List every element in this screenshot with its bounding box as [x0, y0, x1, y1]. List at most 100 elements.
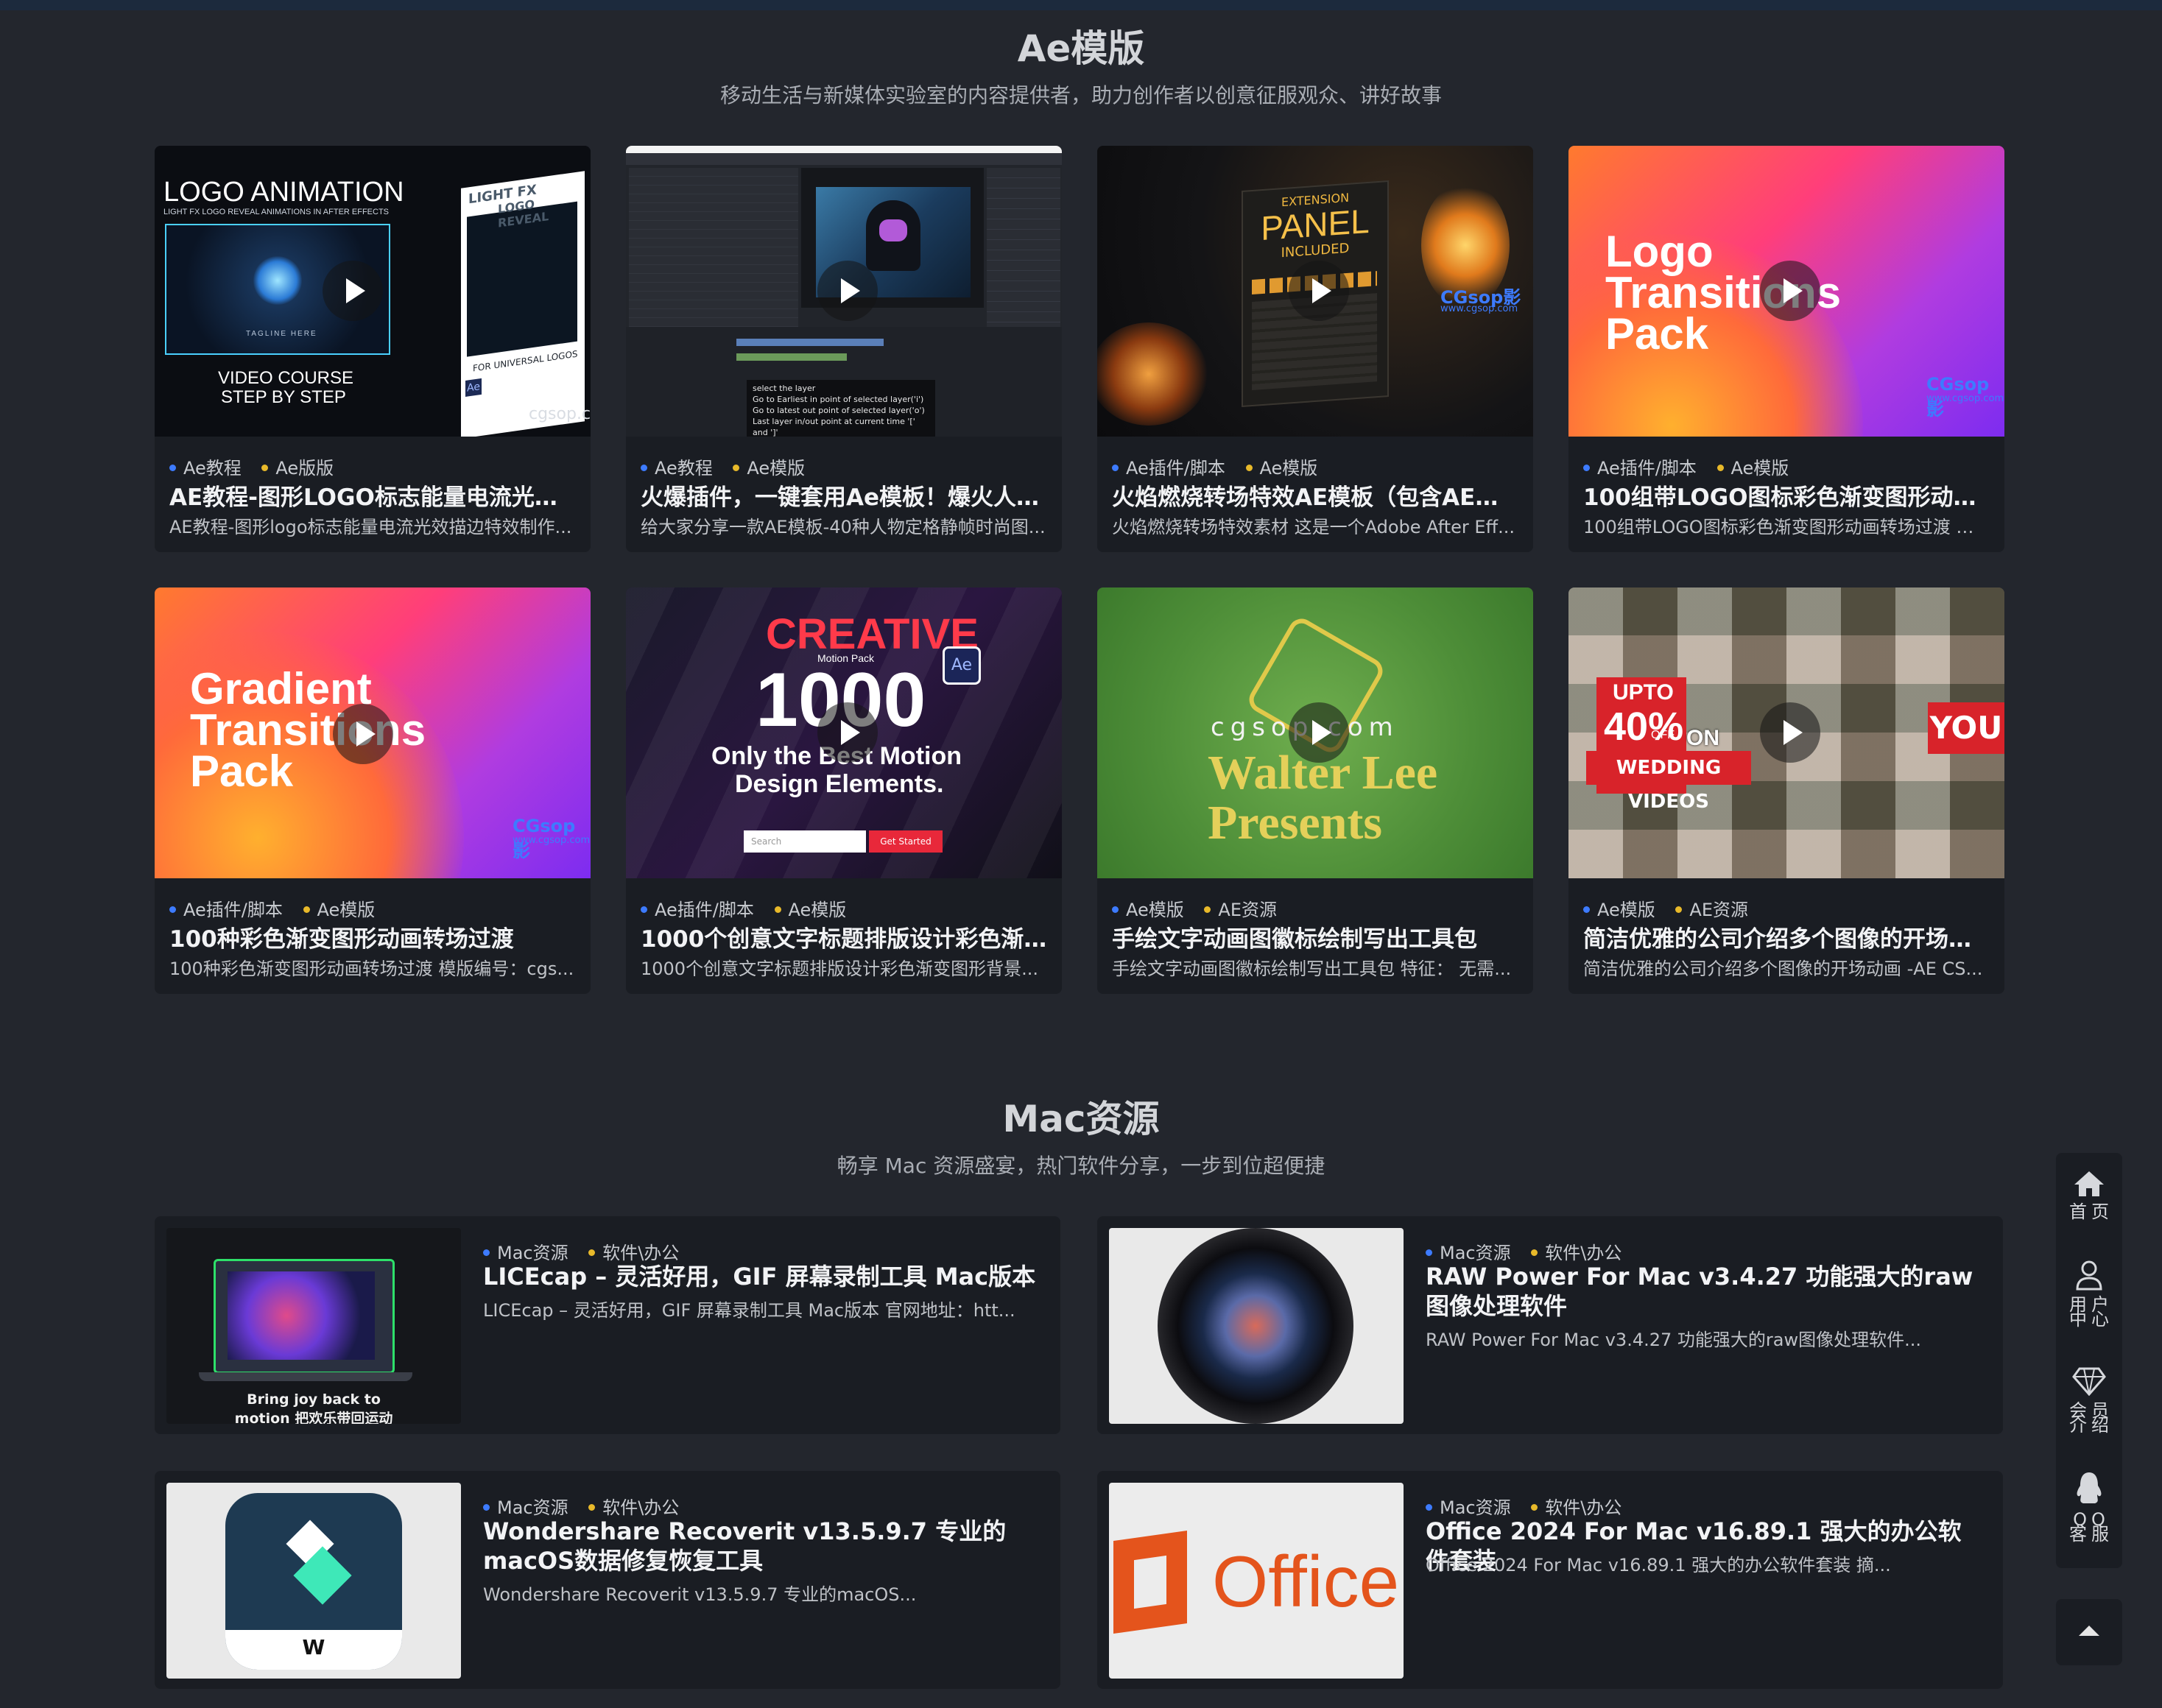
ae-shortcut-popup: select the layer Go to Earliest in point…: [747, 380, 935, 437]
tag-link[interactable]: 软件\办公: [588, 1497, 679, 1518]
tag-dot-icon: [1716, 464, 1724, 471]
ae-card-4-thumbnail[interactable]: Logo Transitions Pack CGsop影 www.cgsop.c…: [1568, 146, 2004, 437]
ae-card-8-thumbnail[interactable]: UPTO 40% OFF ON WEDDING VIDEOS YOU: [1568, 587, 2004, 878]
ae-card-2-title[interactable]: 火爆插件，一键套用Ae模板！爆火人物...: [641, 479, 1047, 512]
ae-card-1-thumbnail[interactable]: LOGO ANIMATION LIGHT FX LOGO REVEAL ANIM…: [155, 146, 591, 437]
tag-link[interactable]: Ae插件/脚本: [641, 900, 754, 920]
sidebar-item-user-center[interactable]: 用户 中心: [2056, 1249, 2122, 1352]
tag-link[interactable]: Ae模版: [303, 900, 375, 920]
tag-link[interactable]: 软件\办公: [1531, 1497, 1622, 1518]
mac-card-4-desc: Office 2024 For Mac v16.89.1 强大的办公软件套装 摘…: [1426, 1555, 1891, 1575]
thumb-caption: motion 把欢乐带回运动: [234, 1411, 393, 1424]
sidebar-item-qq[interactable]: QQ 客服: [2056, 1469, 2122, 1565]
ae-logo-icon: Ae: [943, 646, 981, 685]
play-icon[interactable]: [1289, 702, 1349, 763]
tag-link[interactable]: Ae插件/脚本: [169, 900, 283, 920]
flame-icon: [1097, 322, 1208, 426]
thumb-search-box: Search: [744, 830, 866, 853]
tag-link[interactable]: Ae插件/脚本: [1583, 458, 1697, 479]
mac-card-1[interactable]: Bring joy back to motion 把欢乐带回运动 Mac资源 软…: [155, 1216, 1060, 1434]
mac-card-2-thumbnail[interactable]: [1109, 1228, 1404, 1424]
tag-dot-icon: [733, 464, 740, 471]
mac-card-1-thumbnail[interactable]: Bring joy back to motion 把欢乐带回运动: [166, 1228, 461, 1424]
ae-section-title: Ae模版: [1017, 27, 1145, 70]
thumb-text: LOGO ANIMATION: [163, 177, 404, 208]
ae-card-4[interactable]: Logo Transitions Pack CGsop影 www.cgsop.c…: [1568, 146, 2004, 552]
tag-link[interactable]: Ae模版: [774, 900, 846, 920]
back-to-top-button[interactable]: [2056, 1599, 2122, 1665]
top-bar: [0, 0, 2162, 10]
ae-logo-icon: Ae: [465, 378, 482, 397]
ae-card-4-desc: 100组带LOGO图标彩色渐变图形动画转场过渡 模...: [1583, 517, 1990, 537]
ae-card-2-thumbnail[interactable]: select the layer Go to Earliest in point…: [626, 146, 1062, 437]
ae-card-3-title[interactable]: 火焰燃烧转场特效AE模板（包含AE脚...: [1112, 479, 1518, 512]
ae-card-1[interactable]: LOGO ANIMATION LIGHT FX LOGO REVEAL ANIM…: [155, 146, 591, 552]
tag-link[interactable]: AE资源: [1204, 900, 1277, 920]
ae-card-5[interactable]: Gradient Transitions Pack CGsop影 www.cgs…: [155, 587, 591, 994]
diamond-icon: [2072, 1367, 2106, 1396]
mac-card-2-desc: RAW Power For Mac v3.4.27 功能强大的raw图像处理软件…: [1426, 1330, 1921, 1350]
tag-link[interactable]: Ae模版: [1245, 458, 1317, 479]
ae-card-6-title[interactable]: 1000个创意文字标题排版设计彩色渐...: [641, 920, 1047, 953]
mac-card-3-thumbnail[interactable]: W: [166, 1483, 461, 1679]
tag-link[interactable]: Ae模版: [1583, 900, 1655, 920]
play-icon[interactable]: [323, 261, 383, 321]
ae-card-6[interactable]: CREATIVE Motion Pack 1000 Ae Only the Be…: [626, 587, 1062, 994]
ae-card-7-title[interactable]: 手绘文字动画图徽标绘制写出工具包: [1112, 920, 1518, 953]
tag-link[interactable]: Ae版版: [261, 458, 334, 479]
tag-link[interactable]: Ae模版: [733, 458, 805, 479]
tag-link[interactable]: 软件\办公: [588, 1243, 679, 1263]
ae-card-5-title[interactable]: 100种彩色渐变图形动画转场过渡: [169, 920, 576, 953]
ae-card-8-tags: Ae模版 AE资源: [1583, 895, 1763, 921]
mac-card-2-title[interactable]: RAW Power For Mac v3.4.27 功能强大的raw图像处理软件: [1426, 1262, 1981, 1321]
ae-card-2[interactable]: select the layer Go to Earliest in point…: [626, 146, 1062, 552]
tag-link[interactable]: Ae教程: [169, 458, 242, 479]
ae-card-7[interactable]: cgsop.com Walter Lee Presents Ae模版 AE资源 …: [1097, 587, 1533, 994]
tag-link[interactable]: Ae模版: [1716, 458, 1789, 479]
tag-link[interactable]: Mac资源: [1426, 1497, 1511, 1518]
ae-card-7-thumbnail[interactable]: cgsop.com Walter Lee Presents: [1097, 587, 1533, 878]
mac-card-4[interactable]: Office Mac资源 软件\办公 Office 2024 For Mac v…: [1097, 1471, 2003, 1689]
tag-link[interactable]: 软件\办公: [1531, 1243, 1622, 1263]
mac-card-3[interactable]: W Mac资源 软件\办公 Wondershare Recoverit v13.…: [155, 1471, 1060, 1689]
ae-card-5-thumbnail[interactable]: Gradient Transitions Pack CGsop影 www.cgs…: [155, 587, 591, 878]
tag-link[interactable]: AE资源: [1675, 900, 1748, 920]
play-icon[interactable]: [817, 702, 878, 763]
thumb-caption: Bring joy back to: [247, 1391, 381, 1408]
ae-card-4-title[interactable]: 100组带LOGO图标彩色渐变图形动画...: [1583, 479, 1990, 512]
ae-card-4-tags: Ae插件/脚本 Ae模版: [1583, 454, 1803, 479]
mac-card-1-title[interactable]: LICEcap – 灵活好用，GIF 屏幕录制工具 Mac版本: [483, 1262, 1038, 1291]
tag-dot-icon: [1426, 1503, 1432, 1511]
sidebar-label: 中心: [2069, 1309, 2113, 1330]
play-icon[interactable]: [1289, 261, 1349, 321]
ae-layer-bar: [736, 353, 847, 361]
mac-card-2[interactable]: Mac资源 软件\办公 RAW Power For Mac v3.4.27 功能…: [1097, 1216, 2003, 1434]
play-icon[interactable]: [1760, 261, 1820, 321]
tag-dot-icon: [1583, 464, 1590, 471]
tag-link[interactable]: Mac资源: [1426, 1243, 1511, 1263]
ae-card-8[interactable]: UPTO 40% OFF ON WEDDING VIDEOS YOU Ae模版 …: [1568, 587, 2004, 994]
mac-card-3-tags: Mac资源 软件\办公: [483, 1493, 694, 1519]
mac-card-4-thumbnail[interactable]: Office: [1109, 1483, 1404, 1679]
ae-card-3-thumbnail[interactable]: EXTENSION PANEL INCLUDED CGsop影 www.cgso…: [1097, 146, 1533, 437]
ae-card-3[interactable]: EXTENSION PANEL INCLUDED CGsop影 www.cgso…: [1097, 146, 1533, 552]
tag-link[interactable]: Mac资源: [483, 1243, 568, 1263]
tag-link[interactable]: Mac资源: [483, 1497, 568, 1518]
mac-card-3-title[interactable]: Wondershare Recoverit v13.5.9.7 专业的macOS…: [483, 1517, 1038, 1575]
sidebar-item-vip[interactable]: 会员 介绍: [2056, 1361, 2122, 1464]
ae-card-2-tags: Ae教程 Ae模版: [641, 454, 820, 479]
thumb-text: www.cgsop.com: [513, 835, 591, 846]
tag-dot-icon: [641, 906, 647, 913]
play-icon[interactable]: [817, 261, 878, 321]
tag-link[interactable]: Ae模版: [1112, 900, 1184, 920]
ae-card-8-title[interactable]: 简洁优雅的公司介绍多个图像的开场动画: [1583, 920, 1990, 953]
thumb-text: LIGHT FX LOGO REVEAL ANIMATIONS IN AFTER…: [163, 208, 390, 216]
play-icon[interactable]: [1760, 702, 1820, 763]
tag-link[interactable]: Ae教程: [641, 458, 713, 479]
play-icon[interactable]: [333, 704, 393, 764]
ae-card-1-title[interactable]: AE教程-图形LOGO标志能量电流光效...: [169, 479, 576, 512]
sidebar-item-home[interactable]: 首页: [2056, 1166, 2122, 1247]
sidebar-label: 首页: [2069, 1201, 2113, 1222]
ae-card-6-thumbnail[interactable]: CREATIVE Motion Pack 1000 Ae Only the Be…: [626, 587, 1062, 878]
tag-link[interactable]: Ae插件/脚本: [1112, 458, 1225, 479]
